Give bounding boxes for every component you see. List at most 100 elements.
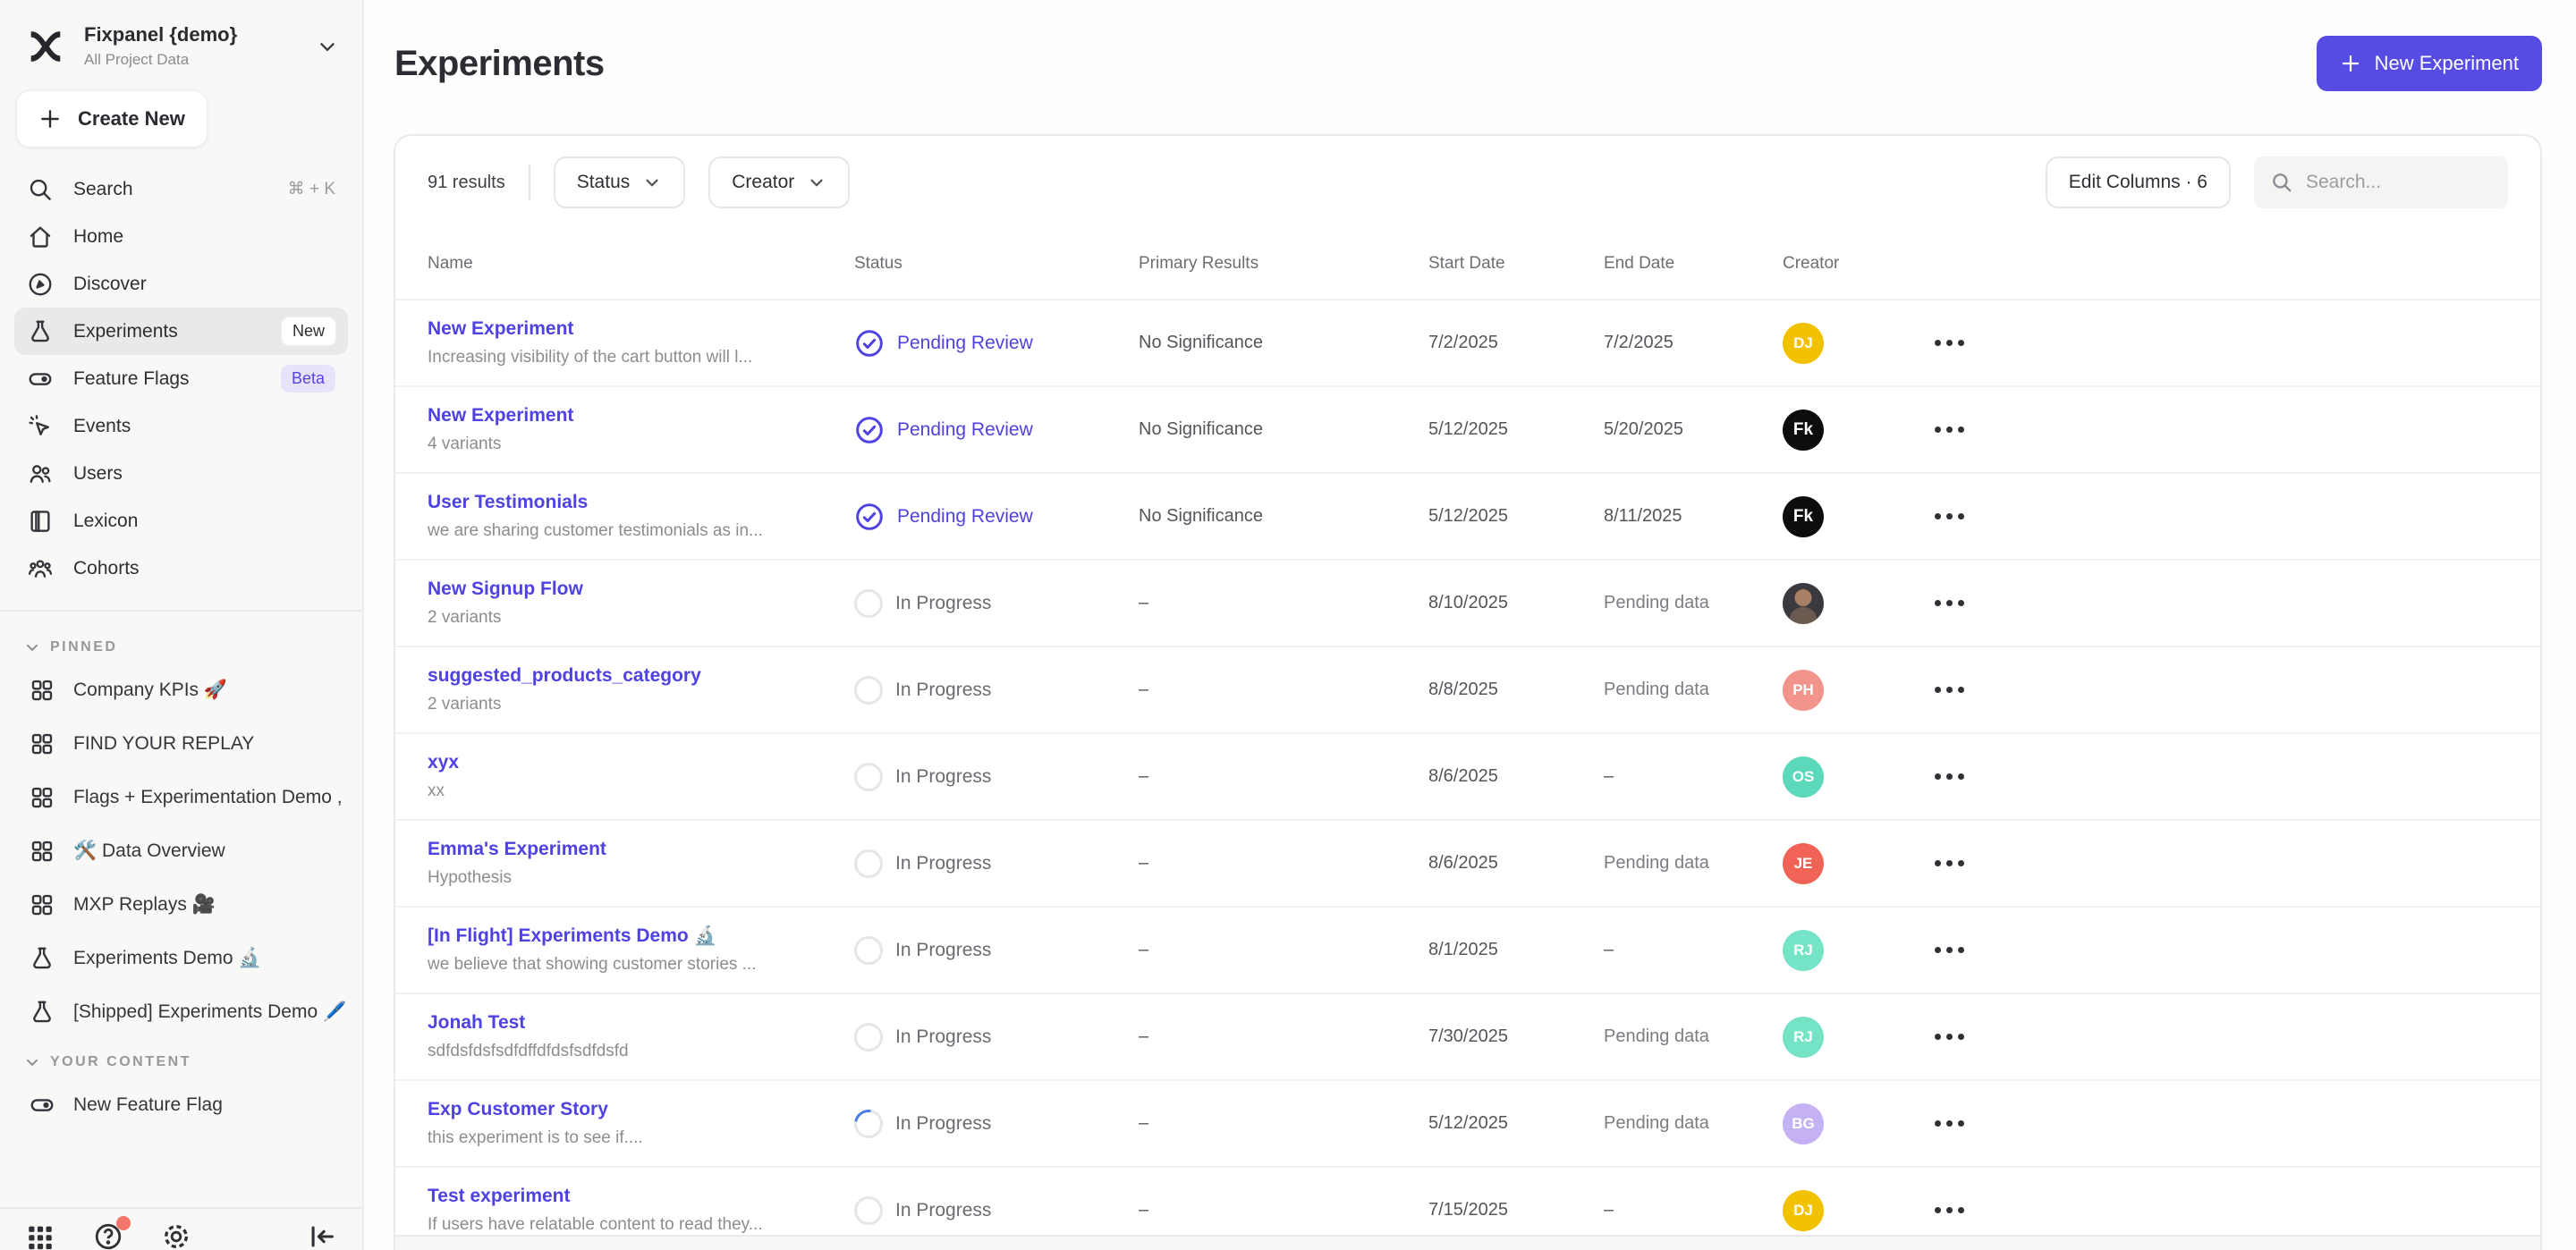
row-menu-button[interactable] [1935, 1111, 2540, 1136]
sidebar-item-users[interactable]: Users [14, 450, 348, 497]
sidebar-item-company-kpis[interactable]: Company KPIs 🚀 [14, 663, 348, 717]
apps-grid-icon[interactable] [25, 1221, 55, 1250]
workspace-project: All Project Data [84, 51, 237, 69]
collapse-sidebar-icon[interactable] [307, 1221, 337, 1250]
sidebar-item-label: Lexicon [73, 511, 138, 532]
sidebar-item-search[interactable]: Search ⌘ + K [14, 165, 348, 213]
column-header-status[interactable]: Status [854, 254, 1139, 274]
status-label: In Progress [895, 1200, 991, 1221]
cohorts-icon [27, 555, 54, 582]
sidebar-item-feature-flags[interactable]: Feature Flags Beta [14, 355, 348, 402]
creator-avatar[interactable]: JE [1783, 843, 1824, 884]
help-icon[interactable] [93, 1221, 123, 1250]
sidebar-item-home[interactable]: Home [14, 213, 348, 260]
table-row: Jonah Test sdfdsfdsfsdfdffdfdsfsdfdsfd I… [395, 994, 2540, 1081]
creator-avatar[interactable]: RJ [1783, 1017, 1824, 1058]
status-empty-circle-icon [854, 1023, 883, 1052]
sidebar-item-mxp-replays[interactable]: MXP Replays 🎥 [14, 878, 348, 932]
edit-columns-button[interactable]: Edit Columns · 6 [2046, 156, 2231, 208]
creator-avatar[interactable]: Fk [1783, 496, 1824, 537]
sidebar-item-label: 🛠️ Data Overview [73, 840, 225, 862]
creator-avatar[interactable]: PH [1783, 670, 1824, 711]
status-label: Pending Review [897, 333, 1033, 354]
status-label: In Progress [895, 853, 991, 874]
experiment-link[interactable]: suggested_products_category [428, 665, 827, 687]
experiment-link[interactable]: [In Flight] Experiments Demo 🔬 [428, 925, 827, 947]
row-menu-button[interactable] [1935, 678, 2540, 702]
experiment-link[interactable]: Test experiment [428, 1186, 827, 1207]
check-circle-icon [854, 328, 885, 359]
new-experiment-button[interactable]: New Experiment [2317, 36, 2542, 91]
sidebar-item-find-your-replay[interactable]: FIND YOUR REPLAY [14, 717, 348, 771]
creator-avatar[interactable]: Fk [1783, 410, 1824, 451]
workspace-switcher[interactable]: Fixpanel {demo} All Project Data [0, 0, 362, 89]
experiment-link[interactable]: New Signup Flow [428, 579, 827, 600]
column-header-start-date[interactable]: Start Date [1428, 254, 1604, 274]
experiment-subtitle: xx [428, 781, 827, 801]
search-input[interactable] [2306, 172, 2492, 193]
primary-results-cell: – [1139, 1200, 1428, 1220]
creator-avatar[interactable]: DJ [1783, 323, 1824, 364]
row-menu-button[interactable] [1935, 1025, 2540, 1049]
sidebar-item-label: New Feature Flag [73, 1094, 223, 1116]
creator-cell: Fk [1783, 496, 1935, 537]
row-menu-button[interactable] [1935, 418, 2540, 442]
table-header-row: NameStatusPrimary ResultsStart DateEnd D… [395, 229, 2540, 300]
sidebar-item-events[interactable]: Events [14, 402, 348, 450]
section-header-pinned[interactable]: PINNED [0, 624, 362, 663]
primary-results-cell: No Significance [1139, 506, 1428, 527]
sidebar-item-experiments[interactable]: Experiments New [14, 308, 348, 355]
sidebar-item-new-feature-flag[interactable]: New Feature Flag [14, 1078, 348, 1132]
status-empty-circle-icon [854, 676, 883, 705]
row-menu-button[interactable] [1935, 331, 2540, 355]
sidebar-item-discover[interactable]: Discover [14, 260, 348, 308]
sidebar-item-shipped-experiments-demo[interactable]: [Shipped] Experiments Demo 🖊️ [14, 985, 348, 1039]
row-menu-button[interactable] [1935, 851, 2540, 875]
filter-button-creator[interactable]: Creator [708, 156, 850, 208]
sidebar-item-lexicon[interactable]: Lexicon [14, 497, 348, 545]
sidebar-item-label: FIND YOUR REPLAY [73, 733, 254, 755]
sidebar-nav: Search ⌘ + K Home Discover Experiments N… [0, 165, 362, 592]
row-menu-button[interactable] [1935, 764, 2540, 789]
creator-avatar[interactable]: DJ [1783, 1190, 1824, 1231]
creator-cell: OS [1783, 756, 1935, 798]
end-date-cell: Pending data [1604, 1113, 1783, 1134]
sidebar-item-data-overview[interactable]: 🛠️ Data Overview [14, 824, 348, 878]
row-menu-button[interactable] [1935, 504, 2540, 528]
sidebar-section-your-content: YOUR CONTENT New Feature Flag [0, 1039, 362, 1132]
row-menu-button[interactable] [1935, 938, 2540, 962]
table-footer-strip [395, 1235, 2540, 1250]
experiment-link[interactable]: New Experiment [428, 318, 827, 340]
row-menu-button[interactable] [1935, 591, 2540, 615]
experiment-link[interactable]: Emma's Experiment [428, 839, 827, 860]
section-header-your-content[interactable]: YOUR CONTENT [0, 1039, 362, 1078]
create-new-button[interactable]: Create New [16, 90, 208, 148]
experiment-link[interactable]: Exp Customer Story [428, 1099, 827, 1120]
flask-icon [29, 999, 55, 1026]
column-header-creator[interactable]: Creator [1783, 254, 1935, 274]
creator-avatar[interactable]: BG [1783, 1103, 1824, 1144]
sidebar-item-experiments-demo[interactable]: Experiments Demo 🔬 [14, 932, 348, 985]
end-date-cell: – [1604, 1200, 1783, 1220]
creator-avatar[interactable]: OS [1783, 756, 1824, 798]
table-row: New Signup Flow 2 variants In Progress –… [395, 561, 2540, 647]
experiment-link[interactable]: User Testimonials [428, 492, 827, 513]
creator-avatar-photo[interactable] [1783, 583, 1824, 624]
sidebar-item-label: Experiments [73, 321, 178, 342]
sidebar-item-flags-experimentation-demo[interactable]: Flags + Experimentation Demo , [14, 771, 348, 824]
name-cell: Test experiment If users have relatable … [428, 1186, 854, 1235]
status-empty-circle-icon [854, 589, 883, 618]
experiment-subtitle: 2 variants [428, 608, 827, 628]
row-menu-button[interactable] [1935, 1198, 2540, 1222]
settings-gear-icon[interactable] [161, 1221, 191, 1250]
creator-avatar[interactable]: RJ [1783, 930, 1824, 971]
experiment-link[interactable]: New Experiment [428, 405, 827, 427]
experiment-link[interactable]: Jonah Test [428, 1012, 827, 1034]
column-header-end-date[interactable]: End Date [1604, 254, 1783, 274]
sidebar-item-label: Home [73, 226, 123, 248]
sidebar-item-cohorts[interactable]: Cohorts [14, 545, 348, 592]
column-header-name[interactable]: Name [428, 254, 854, 274]
experiment-link[interactable]: xyx [428, 752, 827, 773]
filter-button-status[interactable]: Status [554, 156, 686, 208]
column-header-primary-results[interactable]: Primary Results [1139, 254, 1428, 274]
